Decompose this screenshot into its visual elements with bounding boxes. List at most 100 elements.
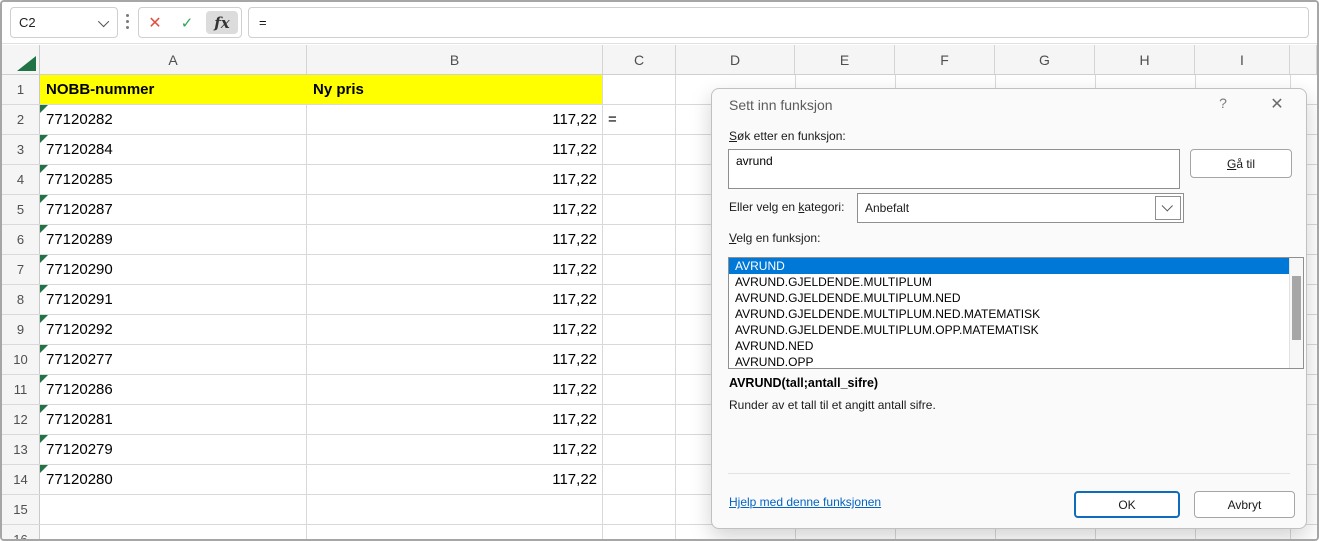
column-header-d[interactable]: D xyxy=(676,45,795,74)
cell-c[interactable] xyxy=(603,345,676,374)
cell-c[interactable] xyxy=(603,165,676,194)
cell-c[interactable] xyxy=(603,315,676,344)
row-number[interactable]: 14 xyxy=(2,465,40,494)
row-number[interactable]: 9 xyxy=(2,315,40,344)
column-header-i[interactable]: I xyxy=(1195,45,1290,74)
column-header-b[interactable]: B xyxy=(307,45,603,74)
column-header-filler xyxy=(1290,45,1317,74)
row-number[interactable]: 12 xyxy=(2,405,40,434)
cell-nobb[interactable]: 77120291 xyxy=(40,285,307,314)
column-header-g[interactable]: G xyxy=(995,45,1095,74)
cell-c[interactable] xyxy=(603,525,676,539)
cell-nobb[interactable]: 77120292 xyxy=(40,315,307,344)
row-number[interactable]: 7 xyxy=(2,255,40,284)
search-function-input[interactable]: avrund xyxy=(728,149,1180,189)
cell-a1[interactable]: NOBB-nummer xyxy=(40,75,307,104)
row-number[interactable]: 5 xyxy=(2,195,40,224)
cell-pris[interactable]: 117,22 xyxy=(307,195,603,224)
list-scrollbar[interactable] xyxy=(1289,258,1303,368)
cell-nobb[interactable]: 77120286 xyxy=(40,375,307,404)
cell-pris[interactable]: 117,22 xyxy=(307,435,603,464)
active-cell-c2[interactable]: = xyxy=(603,105,676,134)
cell-pris[interactable]: 117,22 xyxy=(307,255,603,284)
cell-pris[interactable]: 117,22 xyxy=(307,225,603,254)
function-list-item[interactable]: AVRUND.OPP xyxy=(729,354,1303,369)
close-icon[interactable]: ✕ xyxy=(1262,94,1292,116)
function-help-link[interactable]: Hjelp med denne funksjonen xyxy=(729,495,881,509)
cell-nobb[interactable] xyxy=(40,495,307,524)
cell-pris[interactable] xyxy=(307,525,603,539)
category-dropdown[interactable]: Anbefalt xyxy=(857,193,1184,223)
column-header-f[interactable]: F xyxy=(895,45,995,74)
function-list-item-selected[interactable]: AVRUND xyxy=(729,258,1303,274)
confirm-entry-button[interactable]: ✓ xyxy=(171,8,203,37)
dropdown-button[interactable] xyxy=(1155,196,1181,220)
cell-b1[interactable]: Ny pris xyxy=(307,75,603,104)
row-number[interactable]: 1 xyxy=(2,75,40,104)
ok-button[interactable]: OK xyxy=(1074,491,1180,518)
function-list-item[interactable]: AVRUND.NED xyxy=(729,338,1303,354)
cell-nobb[interactable]: 77120277 xyxy=(40,345,307,374)
scrollbar-thumb[interactable] xyxy=(1292,276,1301,340)
row-number[interactable]: 13 xyxy=(2,435,40,464)
cell-nobb[interactable]: 77120281 xyxy=(40,405,307,434)
cell-c[interactable] xyxy=(603,285,676,314)
cell-c[interactable] xyxy=(603,495,676,524)
column-header-a[interactable]: A xyxy=(40,45,307,74)
function-list-item[interactable]: AVRUND.GJELDENDE.MULTIPLUM.OPP.MATEMATIS… xyxy=(729,322,1303,338)
cell-pris[interactable]: 117,22 xyxy=(307,465,603,494)
cell-nobb[interactable]: 77120285 xyxy=(40,165,307,194)
cell-text: 117,22 xyxy=(552,171,597,188)
cell-nobb[interactable]: 77120284 xyxy=(40,135,307,164)
cell-nobb[interactable]: 77120282 xyxy=(40,105,307,134)
cell-c[interactable] xyxy=(603,375,676,404)
dialog-help-button[interactable]: ? xyxy=(1210,95,1236,117)
row-number[interactable]: 15 xyxy=(2,495,40,524)
cell-c[interactable] xyxy=(603,195,676,224)
row-number[interactable]: 3 xyxy=(2,135,40,164)
column-header-e[interactable]: E xyxy=(795,45,895,74)
row-number[interactable]: 16 xyxy=(2,525,40,539)
name-box[interactable]: C2 xyxy=(10,7,118,38)
function-list-item[interactable]: AVRUND.GJELDENDE.MULTIPLUM xyxy=(729,274,1303,290)
cell-c[interactable] xyxy=(603,405,676,434)
cell-pris[interactable]: 117,22 xyxy=(307,105,603,134)
cell-pris[interactable] xyxy=(307,495,603,524)
row-number[interactable]: 4 xyxy=(2,165,40,194)
cell-c[interactable] xyxy=(603,135,676,164)
cell-nobb[interactable]: 77120290 xyxy=(40,255,307,284)
row-number[interactable]: 2 xyxy=(2,105,40,134)
column-header-h[interactable]: H xyxy=(1095,45,1195,74)
cell-c[interactable] xyxy=(603,435,676,464)
cell-pris[interactable]: 117,22 xyxy=(307,405,603,434)
cell-pris[interactable]: 117,22 xyxy=(307,285,603,314)
formula-input[interactable]: = xyxy=(248,7,1309,38)
cell-c[interactable] xyxy=(603,465,676,494)
column-header-c[interactable]: C xyxy=(603,45,676,74)
cell-nobb[interactable]: 77120287 xyxy=(40,195,307,224)
cell-pris[interactable]: 117,22 xyxy=(307,315,603,344)
cell-c[interactable] xyxy=(603,225,676,254)
cell-c[interactable] xyxy=(603,255,676,284)
cell-pris[interactable]: 117,22 xyxy=(307,135,603,164)
cell-nobb[interactable]: 77120289 xyxy=(40,225,307,254)
cell-c1[interactable] xyxy=(603,75,676,104)
chevron-down-icon[interactable] xyxy=(98,15,109,26)
row-number[interactable]: 6 xyxy=(2,225,40,254)
function-list-item[interactable]: AVRUND.GJELDENDE.MULTIPLUM.NED.MATEMATIS… xyxy=(729,306,1303,322)
insert-function-button[interactable]: fx xyxy=(206,11,238,34)
cell-pris[interactable]: 117,22 xyxy=(307,345,603,374)
cell-nobb[interactable] xyxy=(40,525,307,539)
cancel-button[interactable]: Avbryt xyxy=(1194,491,1295,518)
select-all-button[interactable] xyxy=(2,45,40,74)
cell-pris[interactable]: 117,22 xyxy=(307,375,603,404)
row-number[interactable]: 10 xyxy=(2,345,40,374)
cancel-entry-button[interactable]: ✕ xyxy=(139,8,171,37)
row-number[interactable]: 8 xyxy=(2,285,40,314)
cell-nobb[interactable]: 77120279 xyxy=(40,435,307,464)
function-list-item[interactable]: AVRUND.GJELDENDE.MULTIPLUM.NED xyxy=(729,290,1303,306)
cell-pris[interactable]: 117,22 xyxy=(307,165,603,194)
cell-nobb[interactable]: 77120280 xyxy=(40,465,307,494)
go-to-button[interactable]: Gå til xyxy=(1190,149,1292,178)
row-number[interactable]: 11 xyxy=(2,375,40,404)
